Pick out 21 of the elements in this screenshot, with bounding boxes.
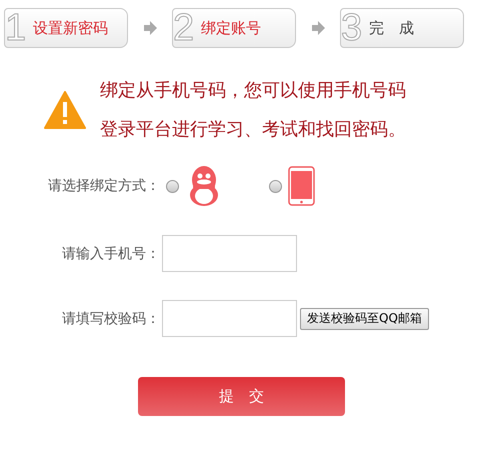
submit-button[interactable]: 提 交: [138, 377, 345, 416]
field-label: 请填写校验码：: [61, 310, 160, 328]
step-number: 3: [341, 8, 363, 48]
phone-input[interactable]: [162, 235, 297, 272]
step-label: 绑定账号: [201, 18, 261, 38]
field-label: 请选择绑定方式：: [47, 177, 160, 195]
field-label: 请输入手机号：: [61, 244, 160, 262]
phone-icon: [288, 166, 315, 206]
radio-button[interactable]: [166, 180, 179, 192]
code-input[interactable]: [162, 300, 297, 337]
step-number: 2: [173, 8, 195, 48]
step-number: 1: [5, 8, 27, 48]
send-code-button[interactable]: 发送校验码至QQ邮箱: [300, 308, 429, 330]
arrow-icon: [142, 20, 158, 36]
warning-icon: [44, 90, 86, 128]
notice-text: 绑定从手机号码，您可以使用手机号码: [100, 79, 406, 102]
step-label: 设置新密码: [33, 18, 108, 38]
notice-text: 登录平台进行学习、考试和找回密码。: [100, 118, 406, 141]
step-label: 完 成: [369, 18, 414, 38]
arrow-icon: [310, 20, 326, 36]
radio-button[interactable]: [269, 180, 282, 192]
